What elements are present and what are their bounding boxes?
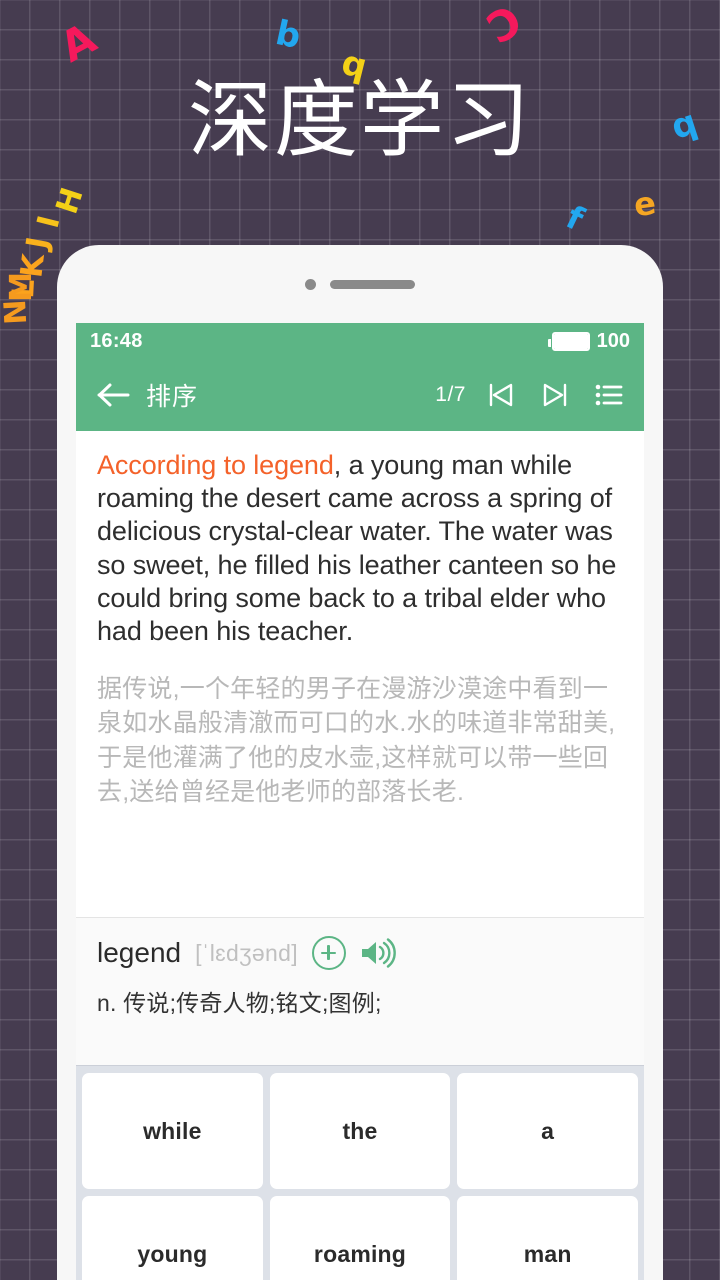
word-tile-label: a [541, 1117, 555, 1144]
arrow-left-icon [97, 383, 130, 407]
decorative-letter-i-8: I [30, 212, 68, 232]
word-tile[interactable]: a [457, 1073, 638, 1189]
word-detail-panel: legend [ˈlɛdʒənd] n. 传说;传奇人物;铭文;图例; [76, 917, 644, 1065]
list-menu-button[interactable] [590, 376, 628, 414]
earpiece-speaker [330, 279, 415, 289]
word-tile-label: the [342, 1117, 378, 1144]
decorative-letter-b-1: b [272, 12, 305, 58]
word-header-row: legend [ˈlɛdʒənd] [97, 936, 623, 970]
word-text: legend [97, 937, 182, 968]
header-title: 排序 [146, 383, 199, 411]
back-button[interactable] [92, 373, 136, 417]
battery-percent: 100 [596, 329, 630, 352]
word-tile-label: young [137, 1240, 208, 1267]
reading-area: According to legend, a young man while r… [76, 431, 644, 917]
speaker-icon [361, 938, 396, 968]
plus-circle-icon[interactable] [311, 936, 346, 970]
page-title: 深度学习 [187, 75, 532, 168]
decorative-letter-j-9: J [19, 234, 57, 252]
skip-previous-icon [489, 383, 513, 407]
decorative-letter-e-5: e [631, 183, 659, 225]
word-tile[interactable]: while [82, 1073, 263, 1189]
word-tile-label: man [523, 1240, 572, 1267]
word-tile[interactable]: young [82, 1196, 263, 1280]
decorative-letter-a-0: A [52, 13, 104, 72]
battery-fill [553, 333, 588, 349]
word-tile[interactable]: the [269, 1073, 451, 1189]
header-tools: 1/7 [435, 376, 628, 414]
decorative-letter-h-7: H [49, 183, 91, 219]
list-menu-icon [595, 384, 623, 406]
status-bar: 16:48 100 [76, 323, 644, 359]
decorative-letter-c-2: C [478, 0, 530, 53]
word-tile-label: roaming [313, 1240, 407, 1267]
front-camera-icon [305, 278, 316, 290]
word-tiles-grid: while the a young roaming man [76, 1065, 644, 1280]
app-header: 排序 1/7 [76, 359, 644, 431]
chinese-translation: 据传说,一个年轻的男子在漫游沙漠途中看到一泉如水晶般清澈而可口的水.水的味道非常… [97, 675, 616, 806]
decorative-letter-m-12: M [3, 272, 39, 302]
page-indicator: 1/7 [435, 383, 466, 406]
poster-canvas: AbCqqefHIJKLMN 深度学习 16:48 100 排序 1/7 Acc… [0, 0, 720, 1280]
speaker-button[interactable] [360, 936, 400, 970]
skip-next-icon [543, 383, 567, 407]
phone-screen: 16:48 100 排序 1/7 According to legend, a … [76, 323, 644, 1280]
battery-icon [547, 331, 590, 351]
word-definition: n. 传说;传奇人物;铭文;图例; [97, 990, 382, 1016]
english-passage[interactable]: According to legend, a young man while r… [97, 449, 623, 648]
phone-mockup: 16:48 100 排序 1/7 According to legend, a … [57, 245, 663, 1280]
highlighted-phrase[interactable]: According to legend [97, 450, 334, 480]
status-time: 16:48 [90, 329, 143, 352]
word-tile-label: while [143, 1117, 202, 1144]
status-bar-right: 100 [547, 329, 630, 353]
word-tile[interactable]: roaming [269, 1196, 451, 1280]
decorative-letter-n-13: N [0, 298, 35, 326]
word-phonetic: [ˈlɛdʒənd] [195, 939, 298, 966]
word-tile[interactable]: man [457, 1196, 638, 1280]
decorative-letter-f-6: f [560, 197, 590, 239]
phone-earpiece-area [57, 245, 663, 323]
previous-sentence-button[interactable] [482, 376, 520, 414]
next-sentence-button[interactable] [536, 376, 574, 414]
